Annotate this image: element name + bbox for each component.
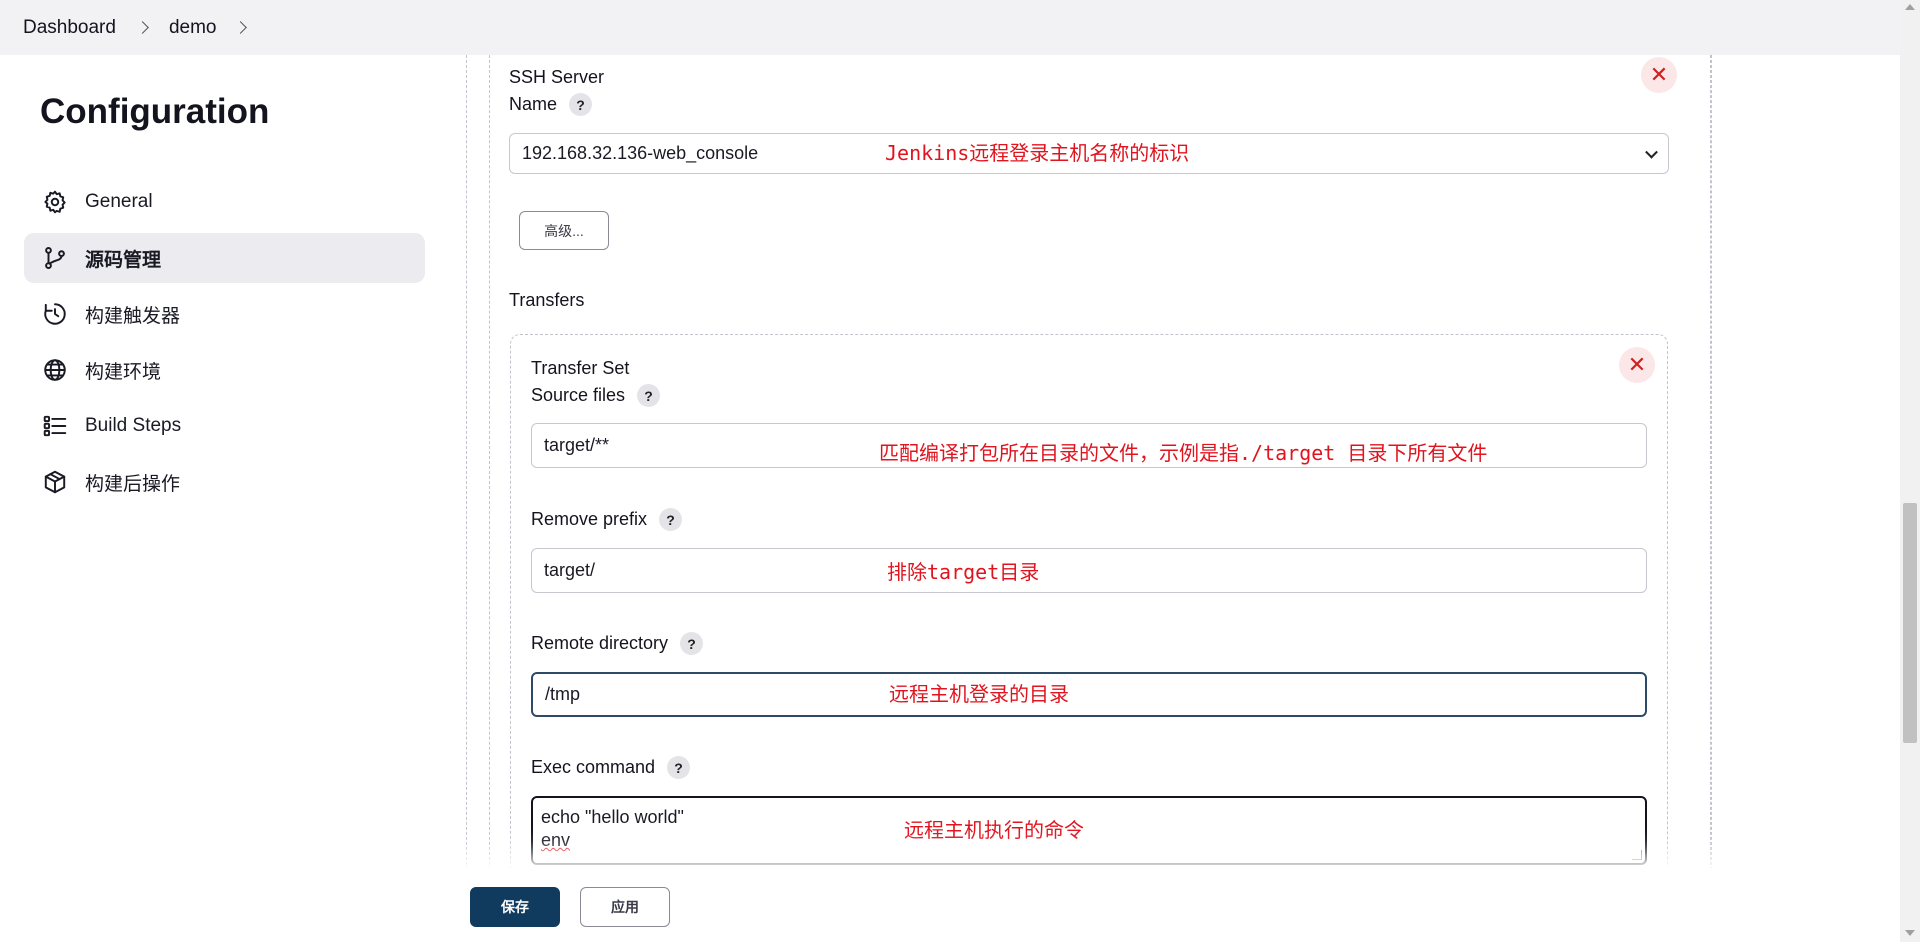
remove-prefix-input[interactable]: target/ bbox=[531, 548, 1647, 593]
remote-directory-label: Remote directory ? bbox=[531, 632, 704, 655]
sidebar-item-post-build[interactable]: 构建后操作 bbox=[24, 457, 425, 507]
clock-icon bbox=[41, 300, 69, 328]
source-files-label: Source files ? bbox=[531, 384, 661, 407]
annotation-exec-command: 远程主机执行的命令 bbox=[904, 818, 1084, 842]
scrollbar[interactable] bbox=[1900, 0, 1920, 942]
remote-directory-input[interactable]: /tmp bbox=[531, 672, 1647, 717]
resize-handle-icon[interactable] bbox=[1632, 850, 1642, 860]
help-icon[interactable]: ? bbox=[659, 508, 683, 531]
source-files-value: target/** bbox=[544, 435, 610, 455]
remote-directory-label-text: Remote directory bbox=[531, 633, 669, 653]
exec-command-label-text: Exec command bbox=[531, 757, 656, 777]
annotation-remote-directory: 远程主机登录的目录 bbox=[889, 682, 1069, 706]
sidebar-item-general[interactable]: General bbox=[24, 177, 425, 227]
sidebar-item-label: Build Steps bbox=[85, 415, 182, 436]
close-icon: ✕ bbox=[1649, 62, 1669, 87]
sidebar-item-label: General bbox=[85, 191, 153, 212]
name-label: Name ? bbox=[509, 93, 593, 116]
close-icon: ✕ bbox=[1627, 352, 1647, 377]
annotation-remove-prefix: 排除target目录 bbox=[887, 560, 1040, 584]
scroll-up-icon[interactable] bbox=[1905, 4, 1915, 10]
server-section-border-right bbox=[1711, 55, 1712, 870]
sidebar-item-build-steps[interactable]: Build Steps bbox=[24, 401, 425, 451]
sidebar-item-source-control[interactable]: 源码管理 bbox=[24, 233, 425, 283]
list-icon bbox=[41, 412, 69, 440]
ssh-server-label: SSH Server bbox=[509, 67, 605, 87]
chevron-down-icon bbox=[1645, 145, 1658, 159]
help-icon[interactable]: ? bbox=[680, 632, 704, 655]
sidebar-item-build-triggers[interactable]: 构建触发器 bbox=[24, 289, 425, 339]
breadcrumb: Dashboard demo bbox=[0, 0, 1920, 55]
scrollbar-thumb[interactable] bbox=[1903, 503, 1917, 743]
remove-transfer-set-button[interactable]: ✕ bbox=[1619, 347, 1655, 383]
annotation-server-name: Jenkins远程登录主机名称的标识 bbox=[885, 141, 1190, 165]
package-icon bbox=[41, 468, 69, 496]
remove-prefix-value: target/ bbox=[544, 560, 596, 580]
scroll-down-icon[interactable] bbox=[1905, 930, 1915, 936]
server-name-value: 192.168.32.136-web_console bbox=[522, 143, 759, 163]
branch-icon bbox=[41, 244, 69, 272]
name-label-text: Name bbox=[509, 94, 558, 114]
sidebar: General 源码管理 构建触发器 构建环境 Build Steps 构建后操… bbox=[24, 177, 425, 513]
chevron-right-icon bbox=[136, 21, 149, 34]
gear-icon bbox=[41, 188, 69, 216]
remote-directory-value: /tmp bbox=[545, 684, 581, 704]
help-icon[interactable]: ? bbox=[569, 93, 593, 116]
apply-button[interactable]: 应用 bbox=[580, 887, 670, 927]
server-section-border-left bbox=[489, 55, 490, 870]
source-files-label-text: Source files bbox=[531, 385, 626, 405]
breadcrumb-dashboard[interactable]: Dashboard bbox=[23, 17, 116, 39]
page-title: Configuration bbox=[40, 92, 270, 131]
advanced-button[interactable]: 高级... bbox=[519, 211, 609, 250]
transfer-set-title: Transfer Set bbox=[531, 358, 630, 378]
remove-server-button[interactable]: ✕ bbox=[1641, 57, 1677, 93]
exec-command-textarea[interactable]: echo "hello world" env bbox=[531, 796, 1647, 865]
save-button[interactable]: 保存 bbox=[470, 887, 560, 927]
sidebar-item-label: 构建触发器 bbox=[85, 305, 181, 327]
remove-prefix-label: Remove prefix ? bbox=[531, 508, 683, 531]
chevron-right-icon[interactable] bbox=[234, 21, 248, 34]
annotation-source-files: 匹配编译打包所在目录的文件，示例是指./target 目录下所有文件 bbox=[879, 441, 1488, 465]
sidebar-item-label: 构建后操作 bbox=[85, 473, 181, 495]
remove-prefix-label-text: Remove prefix bbox=[531, 509, 648, 529]
exec-command-line: echo "hello world" bbox=[541, 807, 684, 827]
globe-icon bbox=[41, 356, 69, 384]
help-icon[interactable]: ? bbox=[667, 756, 691, 779]
sidebar-item-label: 构建环境 bbox=[85, 361, 162, 383]
exec-command-line: env bbox=[541, 830, 571, 850]
sidebar-item-label: 源码管理 bbox=[85, 249, 162, 271]
breadcrumb-demo[interactable]: demo bbox=[169, 17, 217, 39]
transfers-label: Transfers bbox=[509, 290, 585, 310]
sidebar-item-build-environment[interactable]: 构建环境 bbox=[24, 345, 425, 395]
help-icon[interactable]: ? bbox=[637, 384, 661, 407]
exec-command-label: Exec command ? bbox=[531, 756, 691, 779]
